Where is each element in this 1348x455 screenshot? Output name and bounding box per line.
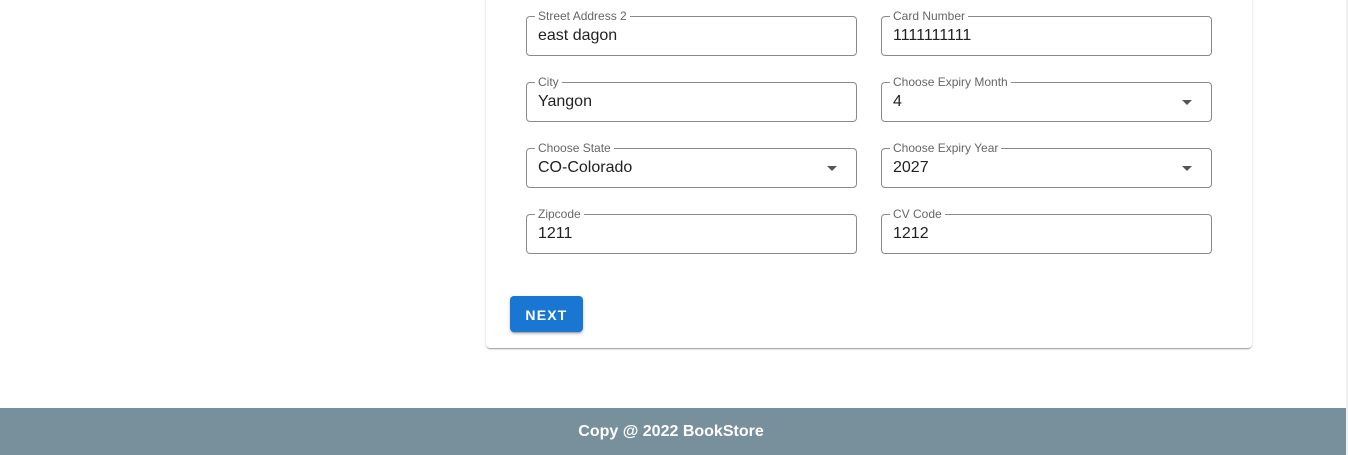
next-button[interactable]: NEXT (510, 296, 583, 332)
chevron-down-icon[interactable] (1182, 166, 1192, 171)
expiry-year-select[interactable]: Choose Expiry Year 2027 (881, 141, 1212, 188)
expiry-month-label: Choose Expiry Month (890, 75, 1011, 89)
state-select[interactable]: Choose State CO-Colorado (526, 141, 857, 188)
city-field[interactable]: City Yangon (526, 75, 857, 122)
state-value: CO-Colorado (538, 159, 633, 176)
expiry-month-value: 4 (893, 93, 902, 110)
street-address-2-value: east dagon (538, 27, 618, 44)
expiry-year-value: 2027 (893, 159, 929, 176)
cv-code-field[interactable]: CV Code 1212 (881, 207, 1212, 254)
zipcode-value: 1211 (538, 225, 573, 242)
state-label: Choose State (535, 141, 614, 155)
footer: Copy @ 2022 BookStore (0, 408, 1346, 455)
card-number-label: Card Number (890, 9, 969, 23)
zipcode-field[interactable]: Zipcode 1211 (526, 207, 857, 254)
card-number-value: 1111111111 (893, 27, 972, 44)
street-address-2-label: Street Address 2 (535, 9, 630, 23)
footer-copyright: Copy @ 2022 BookStore (578, 423, 764, 440)
city-value: Yangon (538, 93, 592, 110)
expiry-month-select[interactable]: Choose Expiry Month 4 (881, 75, 1212, 122)
street-address-2-field[interactable]: Street Address 2 east dagon (526, 9, 857, 56)
chevron-down-icon[interactable] (827, 166, 837, 171)
card-number-field[interactable]: Card Number 1111111111 (881, 9, 1212, 56)
cv-code-value: 1212 (893, 225, 929, 242)
checkout-page: Street Address 2 east dagon City Yangon … (0, 0, 1348, 455)
chevron-down-icon[interactable] (1182, 100, 1192, 105)
cv-code-label: CV Code (890, 207, 945, 221)
city-label: City (535, 75, 562, 89)
expiry-year-label: Choose Expiry Year (890, 141, 1002, 155)
zipcode-label: Zipcode (535, 207, 584, 221)
